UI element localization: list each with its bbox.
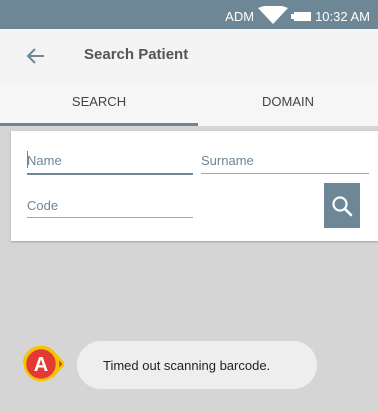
wifi-icon — [258, 5, 289, 27]
surname-input[interactable] — [201, 151, 369, 169]
battery-icon — [291, 12, 312, 21]
search-form-card — [11, 131, 378, 241]
search-button[interactable] — [324, 183, 360, 228]
back-arrow-icon[interactable] — [24, 44, 48, 68]
name-field-wrapper — [27, 151, 193, 175]
text-cursor — [27, 151, 28, 168]
name-underline — [27, 173, 193, 175]
search-icon — [332, 195, 353, 216]
app-bar: Search Patient — [0, 29, 378, 83]
toast-text: Timed out scanning barcode. — [103, 357, 271, 373]
tab-search[interactable]: SEARCH — [0, 82, 198, 126]
page-title: Search Patient — [84, 46, 189, 63]
carrier-label: ADM — [225, 9, 255, 24]
toast-message: Timed out scanning barcode. — [77, 341, 317, 389]
callout-label: A — [34, 354, 48, 376]
name-input[interactable] — [27, 151, 193, 169]
surname-underline — [201, 173, 369, 174]
clock: 10:32 AM — [315, 9, 370, 24]
code-field-wrapper — [27, 196, 193, 218]
code-input[interactable] — [27, 196, 193, 214]
code-underline — [27, 217, 193, 218]
callout-marker: A — [22, 343, 66, 385]
status-bar: ADM 10:32 AM — [0, 0, 378, 29]
surname-field-wrapper — [201, 151, 369, 174]
tab-domain[interactable]: DOMAIN — [198, 82, 378, 126]
tab-bar: SEARCH DOMAIN — [0, 82, 378, 126]
status-indicators: ADM 10:32 AM — [225, 5, 370, 27]
